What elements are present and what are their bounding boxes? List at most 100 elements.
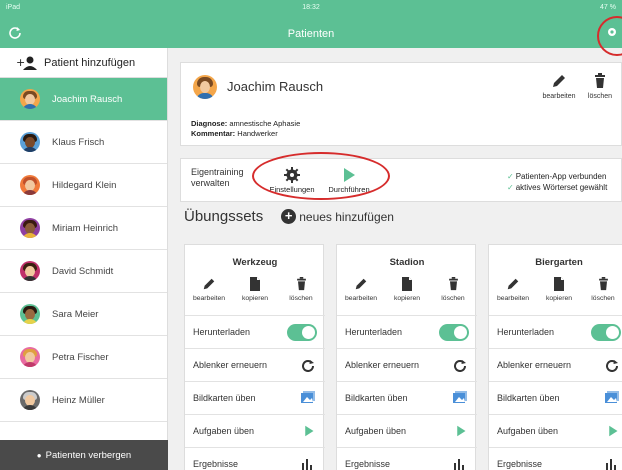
tasks-label: Aufgaben üben bbox=[345, 426, 407, 436]
download-toggle[interactable] bbox=[287, 324, 317, 341]
set-edit-button[interactable]: bearbeiten bbox=[339, 277, 383, 302]
patient-detail-card: Joachim Rausch bearbeiten löschen Diagno… bbox=[180, 62, 622, 146]
set-actions: bearbeiten kopieren löschen bbox=[489, 277, 622, 307]
bar-chart-icon bbox=[454, 459, 464, 470]
patient-item-hildegard-klein[interactable]: Hildegard Klein bbox=[0, 164, 167, 207]
check-icon: ✓ bbox=[507, 183, 514, 192]
cards-row[interactable]: Bildkarten üben bbox=[337, 381, 477, 414]
set-delete-button[interactable]: löschen bbox=[279, 277, 323, 302]
set-title: Stadion bbox=[389, 257, 425, 268]
bar-chart-icon bbox=[606, 459, 616, 470]
trash-icon bbox=[448, 277, 458, 291]
patient-sidebar: + Patient hinzufügen Joachim Rausch Klau… bbox=[0, 48, 168, 470]
set-copy-label: kopieren bbox=[545, 295, 573, 302]
avatar bbox=[20, 390, 40, 410]
results-label: Ergebnisse bbox=[497, 459, 543, 469]
add-set-button[interactable]: + neues hinzufügen bbox=[281, 209, 394, 224]
copy-icon bbox=[250, 277, 260, 291]
set-copy-button[interactable]: kopieren bbox=[385, 277, 429, 302]
set-edit-label: bearbeiten bbox=[344, 295, 378, 302]
results-row[interactable]: Ergebnisse bbox=[185, 447, 325, 470]
play-icon bbox=[609, 425, 618, 437]
results-label: Ergebnisse bbox=[193, 459, 239, 469]
patient-name: Sara Meier bbox=[52, 308, 99, 320]
clock: 18:32 bbox=[302, 4, 320, 11]
hide-patients-button[interactable]: ● Patienten verbergen bbox=[0, 440, 168, 470]
bar-chart-icon bbox=[302, 459, 312, 470]
set-delete-button[interactable]: löschen bbox=[581, 277, 622, 302]
image-cards-icon bbox=[453, 391, 467, 403]
tasks-label: Aufgaben üben bbox=[193, 426, 255, 436]
download-label: Herunterladen bbox=[345, 327, 403, 337]
svg-text:+: + bbox=[16, 56, 25, 69]
comment-value: Handwerker bbox=[237, 129, 278, 138]
patient-item-sara-meier[interactable]: Sara Meier bbox=[0, 293, 167, 336]
results-label: Ergebnisse bbox=[345, 459, 391, 469]
patient-item-heinz-mueller[interactable]: Heinz Müller bbox=[0, 379, 167, 422]
top-nav-bar: iPad 18:32 47 % Patienten bbox=[0, 0, 622, 48]
set-edit-button[interactable]: bearbeiten bbox=[491, 277, 535, 302]
exercise-sets-title: Übungssets bbox=[184, 208, 264, 225]
results-row[interactable]: Ergebnisse bbox=[489, 447, 622, 470]
tasks-row[interactable]: Aufgaben üben bbox=[489, 414, 622, 447]
patient-name: Joachim Rausch bbox=[52, 93, 123, 105]
delete-patient-button[interactable]: löschen bbox=[583, 73, 617, 100]
add-patient-button[interactable]: + Patient hinzufügen bbox=[0, 48, 167, 78]
status-app-connected: Patienten-App verbunden bbox=[515, 172, 607, 181]
hide-patients-label: Patienten verbergen bbox=[45, 449, 132, 461]
download-toggle[interactable] bbox=[591, 324, 621, 341]
patient-item-david-schmidt[interactable]: David Schmidt bbox=[0, 250, 167, 293]
trash-icon bbox=[296, 277, 306, 291]
pencil-icon bbox=[507, 278, 519, 290]
training-label-line1: Eigentraining bbox=[191, 167, 244, 177]
edit-label: bearbeiten bbox=[542, 93, 576, 100]
tasks-row[interactable]: Aufgaben üben bbox=[337, 414, 477, 447]
page-title: Patienten bbox=[287, 28, 335, 40]
set-copy-button[interactable]: kopieren bbox=[537, 277, 581, 302]
self-training-card: Eigentraining verwalten Einstellungen Du… bbox=[180, 158, 622, 202]
cards-row[interactable]: Bildkarten üben bbox=[489, 381, 622, 414]
set-delete-button[interactable]: löschen bbox=[431, 277, 475, 302]
patient-item-petra-fischer[interactable]: Petra Fischer bbox=[0, 336, 167, 379]
edit-patient-button[interactable]: bearbeiten bbox=[537, 73, 581, 100]
patient-item-joachim-rausch[interactable]: Joachim Rausch bbox=[0, 78, 167, 121]
tasks-row[interactable]: Aufgaben üben bbox=[185, 414, 325, 447]
comment-label: Kommentar: bbox=[191, 129, 236, 138]
exercise-set-card: Werkzeug bearbeiten kopieren löschen Her… bbox=[184, 244, 325, 470]
set-edit-label: bearbeiten bbox=[496, 295, 530, 302]
set-title: Biergarten bbox=[535, 257, 583, 268]
pencil-icon bbox=[553, 75, 565, 87]
set-copy-label: kopieren bbox=[393, 295, 421, 302]
set-edit-button[interactable]: bearbeiten bbox=[187, 277, 231, 302]
patient-item-klaus-frisch[interactable]: Klaus Frisch bbox=[0, 121, 167, 164]
set-copy-button[interactable]: kopieren bbox=[233, 277, 277, 302]
download-toggle[interactable] bbox=[439, 324, 469, 341]
download-row: Herunterladen bbox=[337, 315, 477, 348]
results-row[interactable]: Ergebnisse bbox=[337, 447, 477, 470]
copy-icon bbox=[554, 277, 564, 291]
patient-item-miriam-heinrich[interactable]: Miriam Heinrich bbox=[0, 207, 167, 250]
set-delete-label: löschen bbox=[591, 295, 615, 302]
pencil-icon bbox=[355, 278, 367, 290]
self-training-label: Eigentraining verwalten bbox=[191, 167, 244, 189]
copy-icon bbox=[402, 277, 412, 291]
distractors-label: Ablenker erneuern bbox=[193, 360, 268, 370]
distractors-row[interactable]: Ablenker erneuern bbox=[337, 348, 477, 381]
annotation-ellipse-training bbox=[252, 152, 390, 200]
distractors-row[interactable]: Ablenker erneuern bbox=[185, 348, 325, 381]
patient-avatar bbox=[193, 75, 217, 99]
download-label: Herunterladen bbox=[497, 327, 555, 337]
pencil-icon bbox=[203, 278, 215, 290]
distractors-row[interactable]: Ablenker erneuern bbox=[489, 348, 622, 381]
cards-row[interactable]: Bildkarten üben bbox=[185, 381, 325, 414]
download-row: Herunterladen bbox=[185, 315, 325, 348]
play-icon bbox=[305, 425, 314, 437]
diagnosis-label: Diagnose: bbox=[191, 119, 228, 128]
set-actions: bearbeiten kopieren löschen bbox=[185, 277, 325, 307]
delete-label: löschen bbox=[587, 93, 613, 100]
exercise-sets-header: Übungssets + neues hinzufügen bbox=[184, 208, 394, 225]
patient-name: Hildegard Klein bbox=[52, 179, 117, 191]
training-label-line2: verwalten bbox=[191, 178, 230, 188]
image-cards-icon bbox=[605, 391, 619, 403]
plus-circle-icon: + bbox=[281, 209, 297, 224]
